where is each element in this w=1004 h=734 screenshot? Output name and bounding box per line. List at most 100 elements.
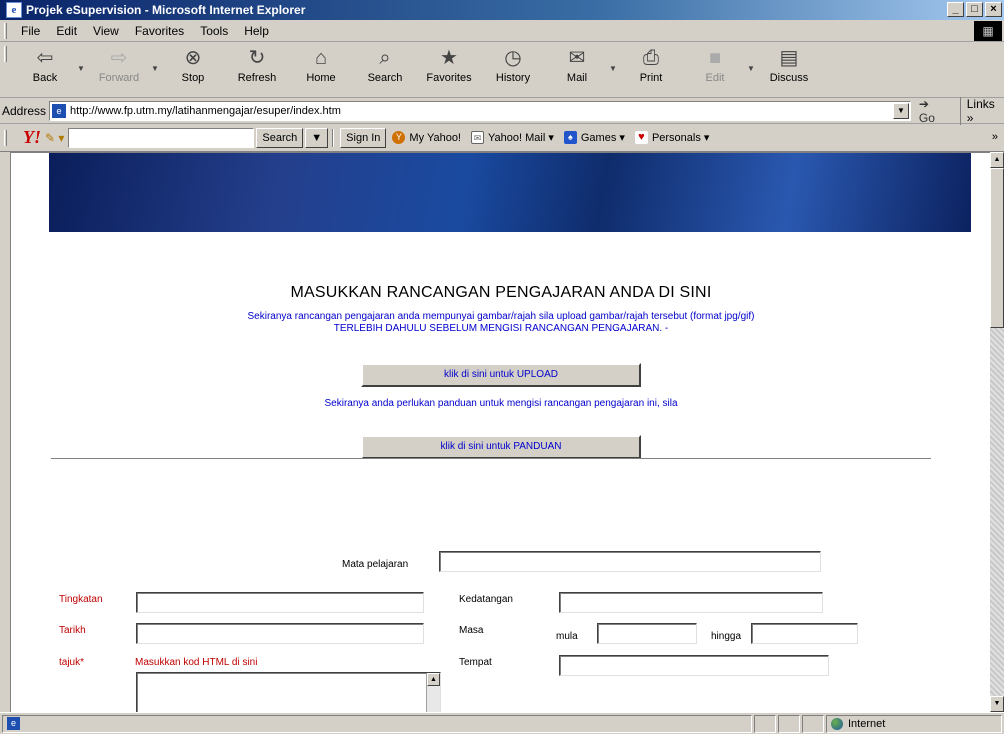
scrollbar-thumb[interactable] (990, 168, 1004, 328)
menu-file[interactable]: File (13, 24, 48, 38)
yahoo-search-dropdown[interactable]: ▼ (305, 127, 329, 148)
mula-input[interactable] (597, 623, 697, 644)
toolbar-favorites-button[interactable]: ★ Favorites (417, 46, 481, 94)
hingga-input[interactable] (751, 623, 858, 644)
toolbar-edit-label: Edit (705, 72, 725, 84)
games-link[interactable]: ♠ Games ▾ (563, 131, 625, 144)
yahoo-mail-link[interactable]: ✉ Yahoo! Mail ▾ (471, 131, 554, 144)
my-yahoo-icon: Y (392, 131, 406, 144)
pencil-icon[interactable]: ✎ ▾ (45, 131, 64, 145)
standard-toolbar: ⇦ Back ▼ ⇨ Forward ▼ ⊗ Stop ↻ Refresh ⌂ Home ⌕ Search… (0, 42, 1004, 98)
toolbar-search-button[interactable]: ⌕ Search (353, 46, 417, 94)
go-label: Go (918, 110, 935, 125)
toolbar-print-label: Print (639, 72, 663, 84)
toolbar-edit-button[interactable]: ■ Edit (683, 46, 747, 94)
address-url: http://www.fp.utm.my/latihanmengajar/esu… (70, 104, 341, 117)
tarikh-input[interactable] (136, 623, 424, 644)
toolbar-refresh-button[interactable]: ↻ Refresh (225, 46, 289, 94)
menu-view[interactable]: View (85, 24, 127, 38)
minimize-button[interactable]: _ (947, 2, 964, 17)
scroll-up-icon[interactable]: ▲ (990, 152, 1004, 168)
sign-in-button[interactable]: Sign In (340, 127, 387, 148)
page-banner-image (49, 153, 971, 232)
close-button[interactable]: × (985, 2, 1002, 17)
toolbar-forward-button[interactable]: ⇨ Forward (87, 46, 151, 94)
yahoo-logo[interactable]: Y! (23, 127, 41, 148)
refresh-icon: ↻ (248, 47, 266, 69)
yahoo-search-input[interactable] (68, 127, 255, 148)
toolbar-forward-label: Forward (98, 72, 140, 84)
browser-window: e Projek eSupervision - Microsoft Intern… (0, 0, 1004, 734)
links-label: Links (966, 96, 995, 111)
chevron-down-icon[interactable]: ▼ (609, 64, 619, 73)
status-cell-2 (778, 714, 800, 733)
tempat-input[interactable] (559, 655, 829, 676)
kedatangan-label: Kedatangan (459, 594, 513, 605)
toolbar-discuss-label: Discuss (769, 72, 809, 84)
upload-button[interactable]: klik di sini untuk UPLOAD (361, 363, 641, 387)
status-bar: e Internet (0, 712, 1004, 734)
maximize-button[interactable]: □ (966, 2, 983, 17)
status-zone: Internet (826, 714, 1002, 733)
links-button[interactable]: Links » (959, 96, 1004, 125)
mail-icon: ✉ (568, 47, 586, 69)
status-cell-1 (754, 714, 776, 733)
window-controls: _ □ × (947, 2, 1002, 17)
toolbar-home-button[interactable]: ⌂ Home (289, 46, 353, 94)
games-label: Games (580, 131, 617, 144)
scroll-up-arrow-icon[interactable]: ▲ (427, 673, 440, 686)
toolbar-stop-button[interactable]: ⊗ Stop (161, 46, 225, 94)
windows-logo-icon: ▦ (974, 21, 1002, 41)
toolbar-discuss-button[interactable]: ▤ Discuss (757, 46, 821, 94)
masa-label: Masa (459, 625, 484, 636)
home-icon: ⌂ (314, 47, 328, 69)
tingkatan-label: Tingkatan (59, 594, 103, 605)
personals-label: Personals (651, 131, 701, 144)
my-yahoo-link[interactable]: Y My Yahoo! (392, 131, 461, 144)
hearts-icon: ♥ (634, 131, 648, 144)
toolbar-grip (4, 46, 7, 62)
toolbar-back-button[interactable]: ⇦ Back (13, 46, 77, 94)
menu-tools[interactable]: Tools (192, 24, 236, 38)
toolbar-home-label: Home (306, 72, 336, 84)
menu-help[interactable]: Help (236, 24, 277, 38)
games-icon: ♠ (563, 131, 577, 144)
upload-info-text: Sekiranya rancangan pengajaran anda memp… (111, 311, 891, 335)
tarikh-label: Tarikh (59, 625, 86, 636)
chevron-down-icon[interactable]: ▼ (151, 64, 161, 73)
toolbar-overflow-chevron-icon[interactable]: » (992, 131, 998, 143)
internet-globe-icon (831, 717, 843, 730)
textarea-scrollbar[interactable]: ▲ (426, 673, 440, 712)
toolbar-stop-label: Stop (181, 72, 205, 84)
menu-edit[interactable]: Edit (48, 24, 85, 38)
page-heading: MASUKKAN RANCANGAN PENGAJARAN ANDA DI SI… (290, 284, 712, 301)
address-bar: Address e http://www.fp.utm.my/latihanme… (0, 96, 1004, 125)
address-input[interactable]: e http://www.fp.utm.my/latihanmengajar/e… (49, 100, 911, 121)
scroll-down-icon[interactable]: ▼ (990, 696, 1004, 712)
chevron-down-icon[interactable]: ▼ (747, 64, 757, 73)
hingga-label: hingga (711, 631, 742, 642)
page-scrollbar[interactable]: ▲ ▼ (990, 152, 1004, 712)
mata-pelajaran-input[interactable] (439, 551, 821, 572)
tajuk-hint: Masukkan kod HTML di sini (135, 657, 258, 668)
toolbar-mail-button[interactable]: ✉ Mail (545, 46, 609, 94)
menu-favorites[interactable]: Favorites (127, 24, 192, 38)
kedatangan-input[interactable] (559, 592, 823, 613)
toolbar-history-button[interactable]: ◷ History (481, 46, 545, 94)
address-dropdown-button[interactable]: ▼ (892, 102, 909, 119)
toolbar-print-button[interactable]: ⎙ Print (619, 46, 683, 94)
toolbar-history-label: History (495, 72, 531, 84)
back-arrow-icon: ⇦ (36, 47, 54, 69)
chevron-down-icon[interactable]: ▼ (77, 64, 87, 73)
tajuk-textarea[interactable]: ▲ (136, 672, 441, 712)
tingkatan-input[interactable] (136, 592, 424, 613)
yahoo-search-button[interactable]: Search (256, 127, 304, 148)
title-bar: e Projek eSupervision - Microsoft Intern… (0, 0, 1004, 20)
status-cell-3 (802, 714, 824, 733)
yahoo-toolbar: Y! ✎ ▾ Search ▼ Sign In Y My Yahoo! ✉ Yaho… (0, 124, 1004, 152)
mata-pelajaran-label: Mata pelajaran (342, 559, 409, 570)
go-arrow-icon: ➔ (918, 96, 929, 111)
personals-link[interactable]: ♥ Personals ▾ (634, 131, 709, 144)
go-button[interactable]: ➔ Go (919, 97, 948, 125)
guide-button[interactable]: klik di sini untuk PANDUAN (361, 435, 641, 459)
